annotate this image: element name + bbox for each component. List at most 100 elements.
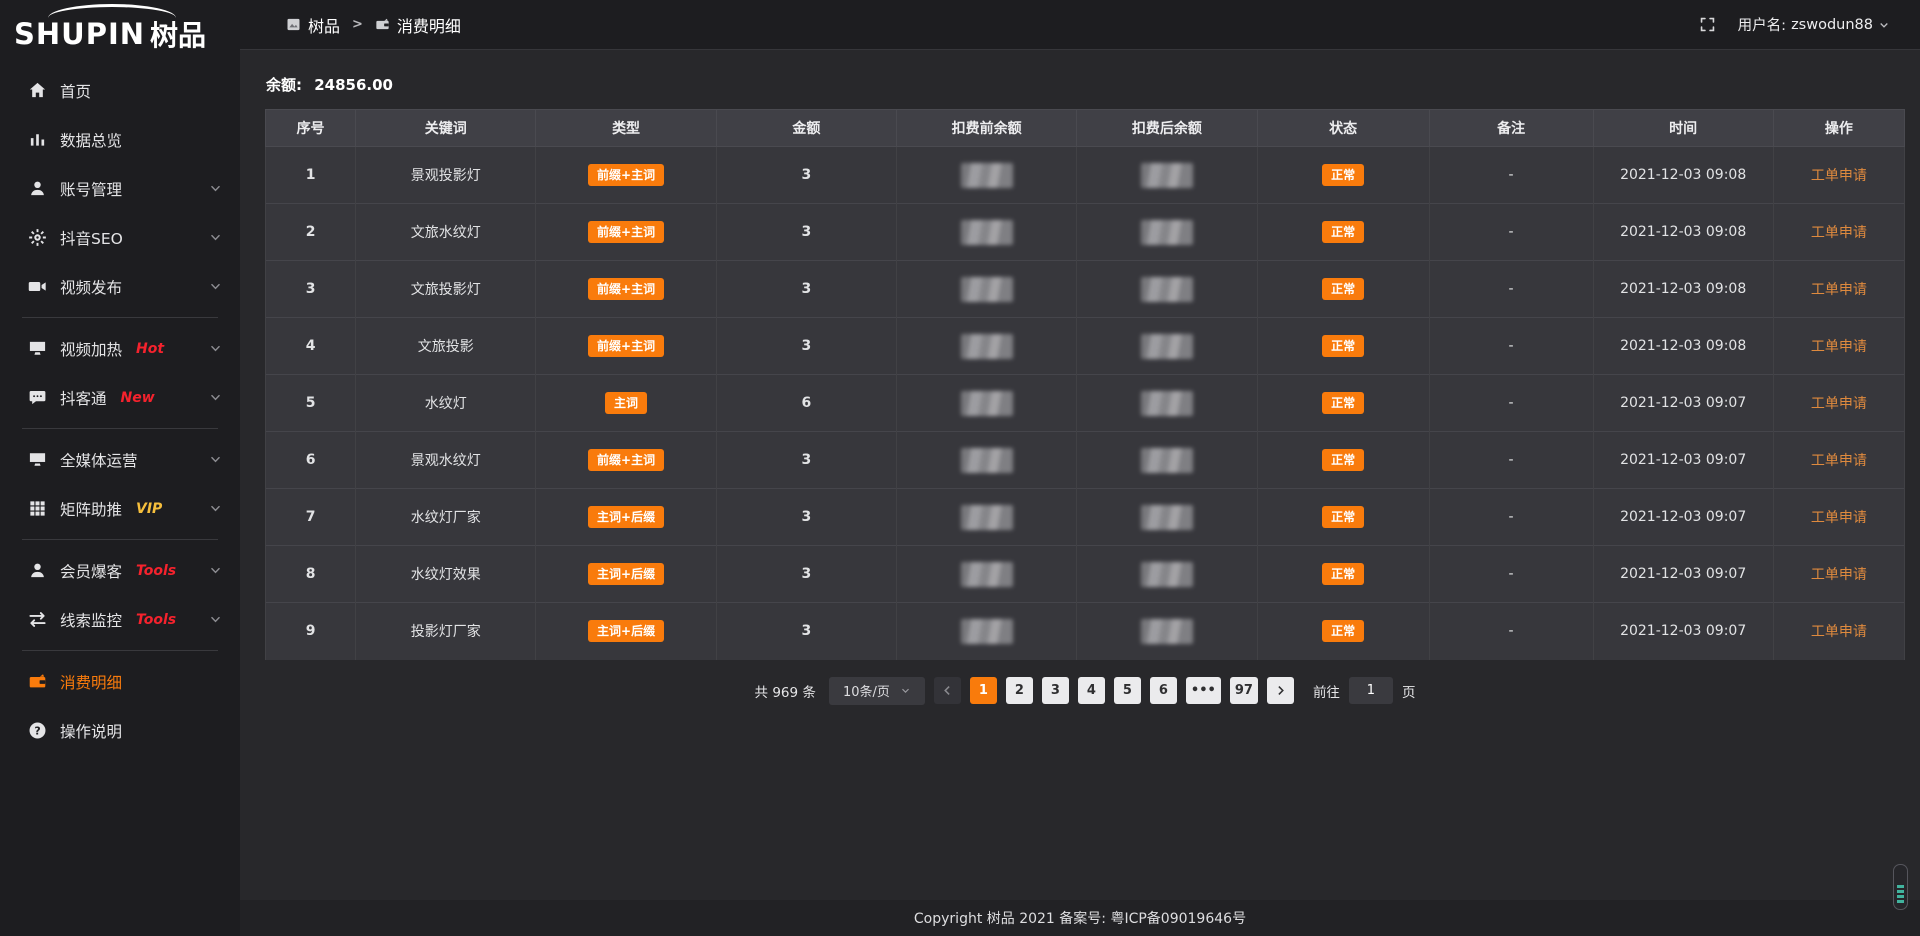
breadcrumb-separator: > bbox=[352, 17, 363, 32]
page-size-select[interactable]: 10条/页 bbox=[829, 677, 925, 705]
page-size-value: 10条/页 bbox=[843, 681, 890, 700]
breadcrumb-item-shupin[interactable]: 树品 bbox=[286, 13, 340, 37]
chevron-down-icon bbox=[209, 613, 222, 626]
sidebar-item-douyin-seo[interactable]: 抖音SEO bbox=[0, 213, 240, 262]
sidebar-item-data-overview[interactable]: 数据总览 bbox=[0, 115, 240, 164]
breadcrumb-item-consume-detail[interactable]: 消费明细 bbox=[375, 13, 461, 37]
action-link[interactable]: 工单申请 bbox=[1811, 282, 1867, 298]
sidebar-item-video-heat[interactable]: 视频加热Hot bbox=[0, 324, 240, 373]
type-badge: 前缀+主词 bbox=[588, 449, 664, 471]
breadcrumb-label: 树品 bbox=[308, 13, 340, 37]
sidebar-item-label: 线索监控 bbox=[60, 609, 122, 631]
action-link[interactable]: 工单申请 bbox=[1811, 396, 1867, 412]
username: zswodun88 bbox=[1791, 17, 1873, 33]
fullscreen-icon[interactable] bbox=[1699, 16, 1716, 33]
sidebar-item-consume-detail[interactable]: 消费明细 bbox=[0, 657, 240, 706]
cell-time: 2021-12-03 09:07 bbox=[1593, 546, 1773, 603]
cell-index: 1 bbox=[266, 147, 356, 204]
chevron-right-icon bbox=[1274, 684, 1287, 697]
sidebar-item-badge: New bbox=[121, 390, 155, 406]
type-badge: 前缀+主词 bbox=[588, 221, 664, 243]
sidebar-item-clue-monitor[interactable]: 线索监控Tools bbox=[0, 595, 240, 644]
user-dropdown[interactable]: 用户名: zswodun88 bbox=[1738, 14, 1890, 35]
cell-time: 2021-12-03 09:07 bbox=[1593, 603, 1773, 660]
cell-balance-before bbox=[896, 147, 1076, 204]
action-link[interactable]: 工单申请 bbox=[1811, 168, 1867, 184]
action-link[interactable]: 工单申请 bbox=[1811, 510, 1867, 526]
cell-action: 工单申请 bbox=[1773, 147, 1904, 204]
sidebar-item-account-management[interactable]: 账号管理 bbox=[0, 164, 240, 213]
cell-balance-before bbox=[896, 204, 1076, 261]
cell-status: 正常 bbox=[1257, 603, 1429, 660]
copyright-text: Copyright 树品 2021 备案号: 粤ICP备09019646号 bbox=[914, 908, 1246, 928]
cell-action: 工单申请 bbox=[1773, 489, 1904, 546]
masked-balance-before bbox=[961, 334, 1013, 359]
cell-balance-before bbox=[896, 432, 1076, 489]
table-row: 9投影灯厂家主词+后缀3正常-2021-12-03 09:07工单申请 bbox=[266, 603, 1905, 660]
table-row: 5水纹灯主词6正常-2021-12-03 09:07工单申请 bbox=[266, 375, 1905, 432]
next-page-button[interactable] bbox=[1267, 677, 1294, 704]
cell-index: 6 bbox=[266, 432, 356, 489]
action-link[interactable]: 工单申请 bbox=[1811, 225, 1867, 241]
action-link[interactable]: 工单申请 bbox=[1811, 339, 1867, 355]
masked-balance-after bbox=[1141, 334, 1193, 359]
topbar-right: 用户名: zswodun88 bbox=[1699, 14, 1890, 35]
more-pages-button[interactable]: ••• bbox=[1186, 677, 1221, 704]
cell-remark: - bbox=[1429, 261, 1593, 318]
type-badge: 主词+后缀 bbox=[588, 620, 664, 642]
action-link[interactable]: 工单申请 bbox=[1811, 624, 1867, 640]
grid-icon bbox=[28, 499, 47, 518]
type-badge: 主词+后缀 bbox=[588, 506, 664, 528]
status-badge: 正常 bbox=[1322, 506, 1364, 528]
cell-time: 2021-12-03 09:08 bbox=[1593, 318, 1773, 375]
sidebar-item-instructions[interactable]: ?操作说明 bbox=[0, 706, 240, 755]
page-button-4[interactable]: 4 bbox=[1078, 677, 1105, 704]
table-row: 6景观水纹灯前缀+主词3正常-2021-12-03 09:07工单申请 bbox=[266, 432, 1905, 489]
action-link[interactable]: 工单申请 bbox=[1811, 453, 1867, 469]
cell-remark: - bbox=[1429, 147, 1593, 204]
cell-action: 工单申请 bbox=[1773, 432, 1904, 489]
cell-amount: 3 bbox=[716, 603, 896, 660]
cell-action: 工单申请 bbox=[1773, 261, 1904, 318]
page-button-97[interactable]: 97 bbox=[1230, 677, 1258, 704]
cell-remark: - bbox=[1429, 318, 1593, 375]
page-button-6[interactable]: 6 bbox=[1150, 677, 1177, 704]
sidebar-item-media-operation[interactable]: 全媒体运营 bbox=[0, 435, 240, 484]
main-area: 树品 > 消费明细 用户名: zswodun88 余额: bbox=[240, 0, 1920, 936]
cell-amount: 3 bbox=[716, 147, 896, 204]
floating-widget[interactable] bbox=[1893, 864, 1908, 910]
cell-index: 4 bbox=[266, 318, 356, 375]
page-button-1[interactable]: 1 bbox=[970, 677, 997, 704]
sidebar-item-video-publish[interactable]: 视频发布 bbox=[0, 262, 240, 311]
prev-page-button[interactable] bbox=[934, 677, 961, 704]
cell-index: 2 bbox=[266, 204, 356, 261]
page-button-2[interactable]: 2 bbox=[1006, 677, 1033, 704]
table-row: 3文旅投影灯前缀+主词3正常-2021-12-03 09:08工单申请 bbox=[266, 261, 1905, 318]
action-link[interactable]: 工单申请 bbox=[1811, 567, 1867, 583]
chevron-down-icon bbox=[900, 685, 911, 696]
sidebar-item-douketong[interactable]: 抖客通New bbox=[0, 373, 240, 422]
status-badge: 正常 bbox=[1322, 563, 1364, 585]
chevron-down-icon bbox=[209, 280, 222, 293]
sidebar-item-matrix-boost[interactable]: 矩阵助推VIP bbox=[0, 484, 240, 533]
sidebar-item-member-baoke[interactable]: 会员爆客Tools bbox=[0, 546, 240, 595]
page-button-3[interactable]: 3 bbox=[1042, 677, 1069, 704]
cell-keyword: 水纹灯 bbox=[356, 375, 536, 432]
goto-page-input[interactable] bbox=[1349, 677, 1393, 704]
cell-time: 2021-12-03 09:07 bbox=[1593, 375, 1773, 432]
page-button-5[interactable]: 5 bbox=[1114, 677, 1141, 704]
page-buttons: 123456 ••• 97 bbox=[970, 677, 1258, 704]
cell-time: 2021-12-03 09:08 bbox=[1593, 204, 1773, 261]
column-header: 扣费后余额 bbox=[1077, 110, 1257, 147]
sidebar-item-home[interactable]: 首页 bbox=[0, 66, 240, 115]
sidebar-item-label: 会员爆客 bbox=[60, 560, 122, 582]
masked-balance-after bbox=[1141, 619, 1193, 644]
cell-balance-after bbox=[1077, 489, 1257, 546]
balance-label: 余额: bbox=[266, 76, 302, 94]
status-badge: 正常 bbox=[1322, 392, 1364, 414]
cell-keyword: 水纹灯厂家 bbox=[356, 489, 536, 546]
cell-amount: 3 bbox=[716, 204, 896, 261]
topbar: 树品 > 消费明细 用户名: zswodun88 bbox=[240, 0, 1920, 50]
masked-balance-after bbox=[1141, 448, 1193, 473]
cell-remark: - bbox=[1429, 375, 1593, 432]
